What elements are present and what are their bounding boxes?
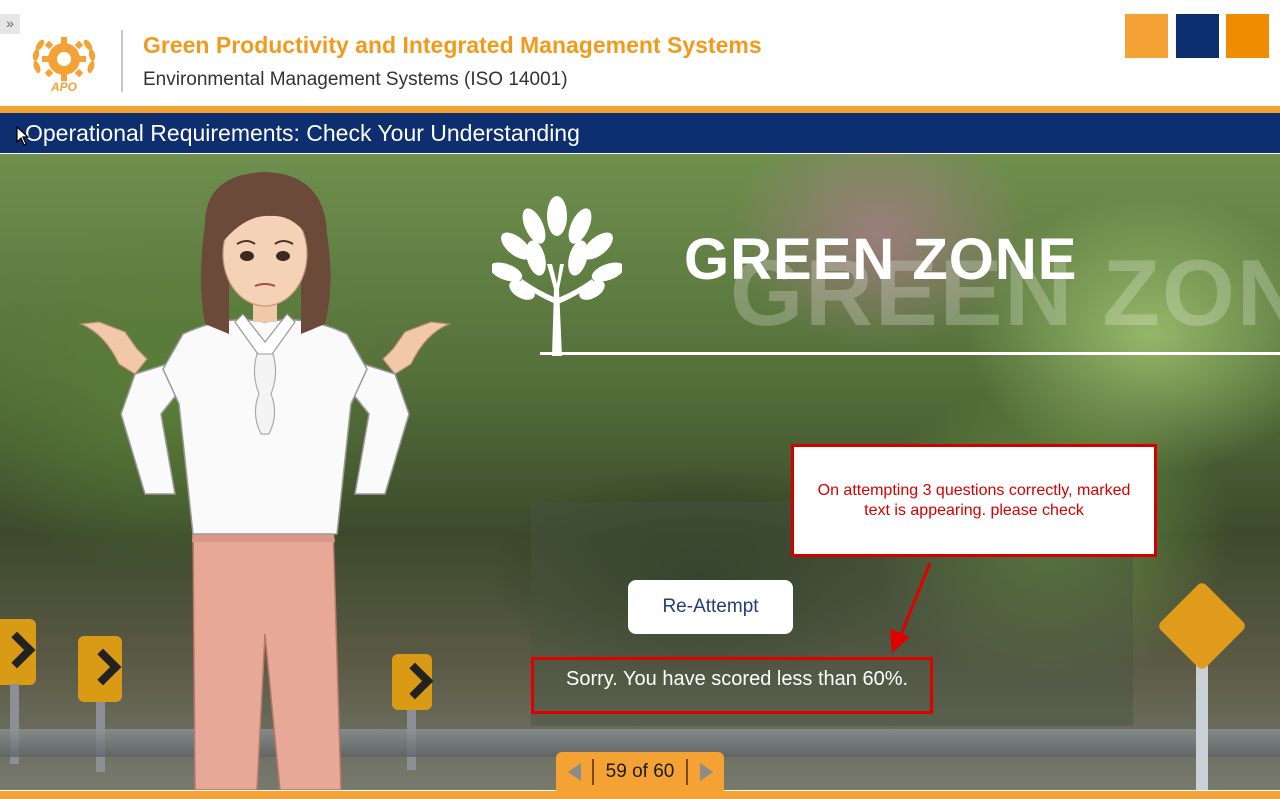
- green-zone-scene: GREEN ZONE GREEN ZONE: [0, 154, 1280, 790]
- next-page-button[interactable]: [688, 752, 724, 792]
- course-title: Green Productivity and Integrated Manage…: [143, 32, 762, 58]
- header-divider: [121, 30, 123, 92]
- page-navigation: 59 of 60: [556, 752, 724, 792]
- menu-square-navy[interactable]: [1176, 14, 1219, 58]
- re-attempt-button[interactable]: Re-Attempt: [628, 580, 793, 634]
- svg-text:APO: APO: [50, 80, 78, 94]
- footer-accent-rule: [0, 791, 1280, 799]
- menu-square-dark-orange[interactable]: [1226, 14, 1269, 58]
- annotation-note: On attempting 3 questions correctly, mar…: [791, 444, 1157, 557]
- apo-logo: APO: [32, 37, 96, 94]
- annotation-highlight-box: [531, 657, 933, 714]
- header-accent-rule: [0, 106, 1280, 113]
- tree-icon: [492, 196, 622, 356]
- banner-title: GREEN ZONE: [684, 227, 1078, 292]
- page-counter: 59 of 60: [605, 761, 675, 782]
- previous-page-button[interactable]: [556, 752, 592, 792]
- banner-underline: [540, 352, 1280, 355]
- mouse-cursor-icon: [16, 126, 30, 146]
- expand-sidebar-button[interactable]: »: [0, 14, 20, 34]
- chevron-sign-icon: [0, 619, 36, 685]
- annotation-note-text: On attempting 3 questions correctly, mar…: [817, 481, 1131, 519]
- annotation-arrow-icon: [890, 562, 932, 653]
- triangle-left-icon: [567, 763, 581, 781]
- course-subtitle: Environmental Management Systems (ISO 14…: [143, 69, 568, 90]
- triangle-right-icon: [699, 763, 713, 781]
- menu-square-orange[interactable]: [1125, 14, 1168, 58]
- shrugging-woman-character: [78, 172, 452, 790]
- curve-warning-sign-icon: [1156, 580, 1248, 672]
- page-title: Operational Requirements: Check Your Und…: [25, 120, 580, 146]
